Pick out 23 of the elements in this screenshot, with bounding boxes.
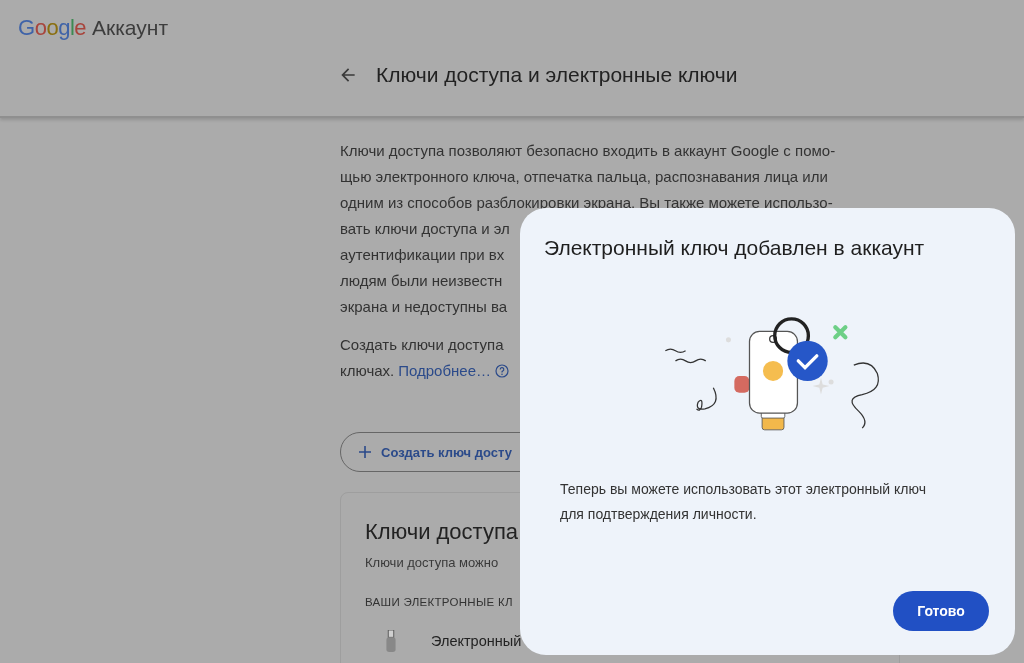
intro-text-line: аутентификации при вх: [340, 245, 505, 265]
intro-text-line: вать ключи доступа и эл: [340, 219, 510, 239]
intro-text-line: одним из способов разблокировки экрана. Вы также можете использо-: [340, 193, 833, 213]
google-logo[interactable]: Google: [18, 15, 86, 41]
done-button[interactable]: Готово: [893, 591, 989, 631]
intro-text-line: щью электронного ключа, отпечатка пальца, распознавания лица или: [340, 167, 828, 187]
page-title: Ключи доступа и электронные ключи: [376, 63, 738, 87]
intro-text-line: Ключи доступа позволяют безопасно входить в аккаунт Google с помо-: [340, 141, 836, 161]
security-key-name[interactable]: Электронный: [431, 633, 522, 649]
plus-icon: [358, 445, 372, 459]
card-title: Ключи доступа: [365, 519, 519, 545]
learn-more-link[interactable]: Подробнее…: [398, 358, 492, 384]
card-subtitle: Ключи доступа можно: [365, 555, 499, 570]
section-label: ВАШИ ЭЛЕКТРОННЫЕ КЛ: [365, 596, 513, 608]
intro-text-line: ключах.: [340, 361, 395, 381]
intro-text-line: Создать ключи доступа: [340, 335, 504, 355]
help-icon[interactable]: [495, 364, 510, 378]
dialog-message: Теперь вы можете использовать этот электронный ключ для подтверждения личности.: [559, 480, 927, 524]
product-name: Аккаунт: [92, 16, 169, 40]
security-key-icon: [385, 630, 397, 652]
intro-text-line: экрана и недоступны ва: [340, 297, 508, 317]
dialog-title: Электронный ключ добавлен в аккаунт: [544, 236, 925, 260]
intro-text-line: людям были неизвестн: [340, 271, 503, 291]
